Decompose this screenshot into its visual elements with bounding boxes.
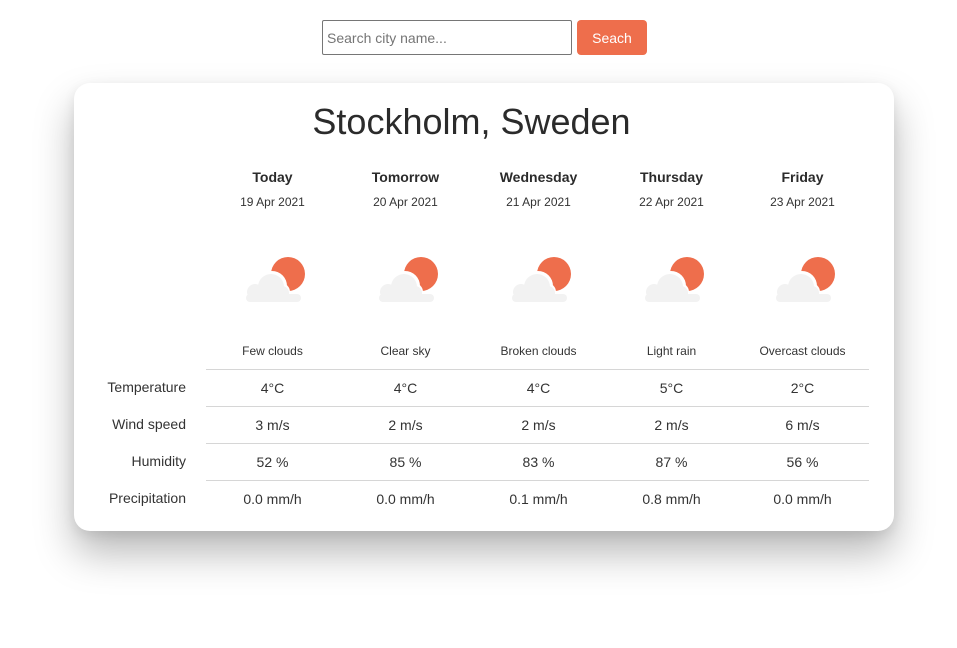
day-column: Friday 23 Apr 2021 Overcast clouds [736,83,869,373]
precipitation-value: 0.0 mm/h [243,491,302,507]
humidity-value: 87 % [655,454,688,470]
day-description: Light rain [646,344,697,358]
row-divider [206,443,869,444]
wind-speed-value: 6 m/s [785,417,820,433]
temperature-value: 2°C [790,380,815,396]
temperature-value: 4°C [526,380,551,396]
precipitation-value: 0.1 mm/h [509,491,568,507]
day-column: Tomorrow 20 Apr 2021 Clear sky [339,83,472,373]
day-description: Overcast clouds [759,344,846,358]
row-divider [206,369,869,370]
row-divider [206,406,869,407]
humidity-value: 85 % [389,454,422,470]
wind-speed-value: 2 m/s [654,417,689,433]
day-date: 21 Apr 2021 [506,195,571,209]
cloud-sun-icon [244,257,305,303]
temperature-value: 5°C [659,380,684,396]
day-date: 23 Apr 2021 [770,195,835,209]
humidity-value: 56 % [786,454,819,470]
wind-speed-value: 2 m/s [388,417,423,433]
search-input[interactable] [322,20,572,55]
temperature-label: Temperature [107,379,186,395]
day-date: 19 Apr 2021 [240,195,305,209]
cloud-sun-icon [774,257,835,303]
precipitation-value: 0.8 mm/h [642,491,701,507]
wind-speed-value: 2 m/s [521,417,556,433]
day-name: Today [252,169,293,185]
search-bar: Seach [322,20,647,55]
day-name: Wednesday [499,169,578,185]
precipitation-value: 0.0 mm/h [376,491,435,507]
day-column: Wednesday 21 Apr 2021 Broken clouds [472,83,605,373]
day-column: Today 19 Apr 2021 Few clouds [206,83,339,373]
humidity-label: Humidity [131,453,186,469]
day-description: Broken clouds [500,344,577,358]
cloud-sun-icon [510,257,571,303]
day-name: Thursday [639,169,703,185]
day-description: Clear sky [380,344,431,358]
wind-speed-value: 3 m/s [255,417,290,433]
day-column: Thursday 22 Apr 2021 Light rain [605,83,738,373]
search-button[interactable]: Seach [577,20,647,55]
forecast-card: Stockholm, Sweden Today 19 Apr 2021 Few … [74,83,894,531]
temperature-value: 4°C [393,380,418,396]
day-date: 20 Apr 2021 [373,195,438,209]
day-date: 22 Apr 2021 [639,195,704,209]
temperature-value: 4°C [260,380,285,396]
day-description: Few clouds [242,344,303,358]
cloud-sun-icon [377,257,438,303]
humidity-value: 83 % [522,454,555,470]
cloud-sun-icon [643,257,704,303]
humidity-value: 52 % [256,454,289,470]
day-name: Friday [781,169,824,185]
row-divider [206,480,869,481]
precipitation-value: 0.0 mm/h [773,491,832,507]
precipitation-label: Precipitation [108,490,186,506]
day-name: Tomorrow [371,169,440,185]
wind-speed-label: Wind speed [112,416,186,432]
